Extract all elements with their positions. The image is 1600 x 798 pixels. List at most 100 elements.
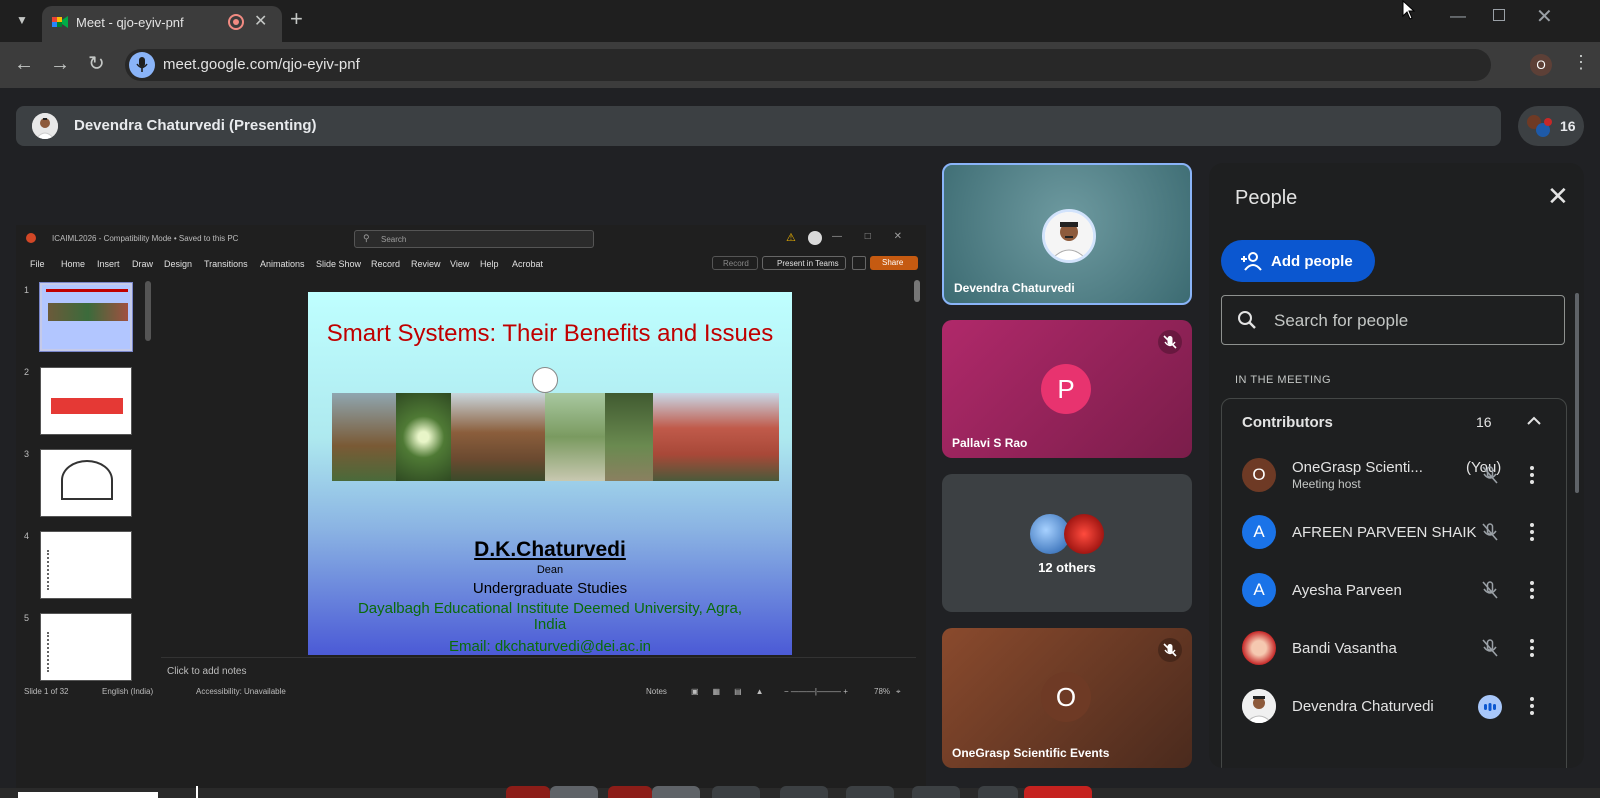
ppt-notes-pane: Click to add notes	[161, 657, 916, 681]
participant-row[interactable]: Devendra Chaturvedi	[1234, 681, 1564, 733]
leave-call-button[interactable]	[1024, 786, 1092, 798]
more-options-button[interactable]	[978, 786, 1018, 798]
tab-search-chevron-icon[interactable]: ▼	[10, 8, 34, 32]
ribbon-tab: Record	[371, 259, 401, 269]
participant-row[interactable]: A Ayesha Parveen	[1234, 565, 1564, 617]
mic-off-icon	[1482, 639, 1498, 657]
others-tile[interactable]: 12 others	[942, 474, 1192, 612]
slide-thumbnail	[40, 531, 132, 599]
new-tab-plus-icon[interactable]: +	[290, 8, 303, 30]
panel-title: People	[1235, 187, 1298, 209]
more-options-icon[interactable]	[1526, 463, 1538, 487]
mic-off-icon	[1158, 330, 1182, 354]
chevron-up-icon[interactable]	[1524, 411, 1544, 431]
participant-row[interactable]: O OneGrasp Scienti... (You) Meeting host	[1234, 450, 1564, 502]
participant-row[interactable]: Bandi Vasantha	[1234, 623, 1564, 675]
chrome-menu-kebab-icon[interactable]: ⋮	[1572, 52, 1590, 73]
tile-name: OneGrasp Scientific Events	[952, 746, 1110, 760]
fit-slide-icon: ⌖	[896, 687, 901, 696]
participant-avatar: P	[1041, 364, 1091, 414]
tile-name: Pallavi S Rao	[952, 436, 1028, 450]
close-panel-icon[interactable]: ✕	[1547, 183, 1569, 209]
participant-name: Bandi Vasantha	[1292, 640, 1397, 657]
reload-icon[interactable]: ↻	[88, 52, 105, 76]
ribbon-tab: View	[450, 259, 470, 269]
tab-close-icon[interactable]: ✕	[254, 11, 267, 31]
forward-arrow-icon[interactable]: →	[50, 52, 70, 76]
search-people-field[interactable]	[1221, 295, 1565, 345]
mic-control-button[interactable]	[506, 786, 550, 798]
browser-toolbar: ← → ↻ meet.google.com/qjo-eyiv-pnf ★ O ⋮	[0, 42, 1600, 88]
microphone-site-icon[interactable]	[129, 52, 155, 78]
url-text[interactable]: meet.google.com/qjo-eyiv-pnf	[163, 56, 360, 73]
zoom-level: 78%	[874, 687, 891, 696]
participant-avatar	[1042, 209, 1096, 263]
present-button[interactable]	[846, 786, 894, 798]
participants-count-button[interactable]: 16	[1518, 106, 1584, 146]
thumb-number: 1	[24, 285, 30, 295]
campus-photo-collage	[332, 393, 779, 481]
participant-tile-self[interactable]: O OneGrasp Scientific Events	[942, 628, 1192, 768]
add-people-label: Add people	[1271, 253, 1353, 270]
more-options-icon[interactable]	[1526, 578, 1538, 602]
mic-off-icon	[1482, 581, 1498, 599]
add-people-button[interactable]: Add people	[1221, 240, 1375, 282]
window-close-icon[interactable]: ✕	[1536, 4, 1553, 29]
more-options-icon[interactable]	[1526, 520, 1538, 544]
participant-row[interactable]: A AFREEN PARVEEN SHAIK	[1234, 507, 1564, 559]
raise-hand-button[interactable]	[912, 786, 960, 798]
more-options-icon[interactable]	[1526, 636, 1538, 660]
in-the-meeting-heading: IN THE MEETING	[1235, 374, 1332, 386]
ribbon-tab: Acrobat	[512, 259, 544, 269]
recording-indicator-icon	[228, 14, 244, 30]
slide-role: Dean	[536, 564, 564, 576]
slide-thumbnail	[39, 282, 133, 352]
search-icon	[1238, 311, 1256, 329]
thumb-number: 2	[24, 367, 30, 377]
captions-button[interactable]	[712, 786, 760, 798]
ribbon-tab: Transitions	[204, 259, 248, 269]
panel-scrollbar[interactable]	[1575, 293, 1579, 493]
mic-off-icon	[1158, 638, 1182, 662]
ppt-user-icon	[808, 231, 822, 245]
slide-department: Undergraduate Studies	[472, 580, 628, 597]
slide-scrollbar	[913, 277, 921, 657]
add-person-icon	[1241, 252, 1262, 271]
ppt-titlebar: ICAIML2026 - Compatibility Mode • Saved …	[16, 225, 926, 251]
search-people-input[interactable]	[1274, 311, 1544, 331]
back-arrow-icon[interactable]: ←	[14, 52, 34, 76]
reactions-button[interactable]	[780, 786, 828, 798]
profile-avatar[interactable]: O	[1530, 54, 1552, 76]
participant-avatar	[1242, 689, 1276, 723]
address-bar[interactable]: meet.google.com/qjo-eyiv-pnf ★	[125, 49, 1491, 81]
slide-author: D.K.Chaturvedi	[474, 538, 626, 561]
participant-avatars-icon	[1527, 115, 1552, 137]
slide-thumbnail	[40, 367, 132, 435]
university-emblem-icon	[532, 367, 558, 393]
mic-options-button[interactable]	[550, 786, 598, 798]
thumb-number: 5	[24, 613, 30, 623]
window-minimize-icon[interactable]: —	[1450, 8, 1466, 26]
mic-off-icon	[1482, 523, 1498, 541]
more-options-icon[interactable]	[1526, 694, 1538, 718]
camera-control-button[interactable]	[608, 786, 652, 798]
mic-off-icon	[1482, 466, 1498, 484]
powerpoint-logo-icon	[26, 233, 36, 243]
others-count-label: 12 others	[1038, 560, 1096, 575]
camera-options-button[interactable]	[652, 786, 700, 798]
ribbon-tab: File	[30, 259, 45, 269]
thumbnail-scrollbar	[145, 281, 151, 341]
participant-tile-active-speaker[interactable]: Devendra Chaturvedi	[942, 163, 1192, 305]
speaking-indicator-icon	[1478, 695, 1502, 719]
participant-name: OneGrasp Scienti...	[1292, 459, 1423, 476]
people-panel: People ✕ Add people IN THE MEETING Contr…	[1209, 163, 1584, 768]
browser-tab-bar: ▼ Meet - qjo-eyiv-pnf ✕ + — ✕	[0, 0, 1600, 42]
browser-tab[interactable]: Meet - qjo-eyiv-pnf ✕	[42, 6, 282, 42]
participant-tile[interactable]: P Pallavi S Rao	[942, 320, 1192, 458]
ribbon-tab: Review	[411, 259, 441, 269]
window-restore-icon[interactable]	[1493, 9, 1505, 21]
ppt-comments-icon	[852, 256, 866, 270]
contributors-label: Contributors	[1242, 414, 1333, 431]
ppt-slide-thumbnails: 1 2 3 4 5	[16, 277, 161, 722]
participant-avatar	[1242, 631, 1276, 665]
